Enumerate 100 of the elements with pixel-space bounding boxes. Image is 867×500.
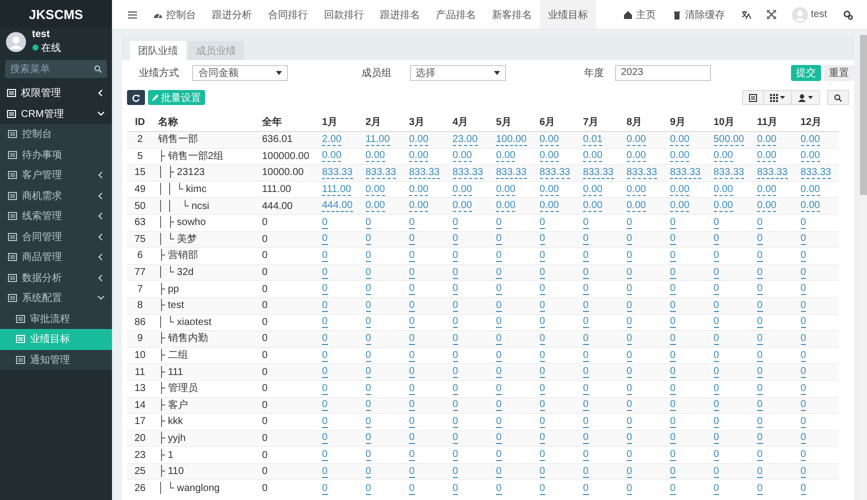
editable-value[interactable]: 0 [757,250,763,262]
editable-value[interactable]: 0 [496,466,502,478]
editable-value[interactable]: 0 [452,233,458,246]
editable-value[interactable]: 0 [714,382,720,395]
menu-icon[interactable] [128,10,137,18]
editable-value[interactable]: 0 [452,382,458,395]
editable-value[interactable]: 0 [800,332,806,345]
editable-value[interactable]: 0.00 [800,150,820,162]
editable-value[interactable]: 0 [626,250,632,262]
editable-value[interactable]: 0 [583,366,589,378]
tab[interactable]: 成员业绩 [188,41,244,60]
editable-value[interactable]: 0.00 [800,184,820,196]
editable-value[interactable]: 0 [366,399,372,412]
editable-value[interactable]: 0 [409,332,415,345]
editable-value[interactable]: 0 [714,250,720,262]
editable-value[interactable]: 0 [583,266,589,279]
editable-value[interactable]: 0 [714,233,720,246]
editable-value[interactable]: 0 [366,332,372,345]
editable-value[interactable]: 0 [496,300,502,312]
editable-value[interactable]: 0 [322,432,328,444]
editable-value[interactable]: 0.00 [409,150,428,162]
editable-value[interactable]: 0 [540,266,546,279]
editable-value[interactable]: 0 [322,416,328,428]
user-menu[interactable]: test [784,6,835,22]
editable-value[interactable]: 0 [452,332,458,345]
editable-value[interactable]: 0.00 [366,150,385,162]
editable-value[interactable]: 0 [452,449,458,462]
editable-value[interactable]: 0 [800,366,806,378]
editable-value[interactable]: 0 [409,466,415,478]
editable-value[interactable]: 0 [626,382,632,395]
editable-value[interactable]: 0 [452,416,458,428]
editable-value[interactable]: 0 [670,449,676,462]
editable-value[interactable]: 0.00 [626,184,646,196]
editable-value[interactable]: 0 [540,432,546,444]
editable-value[interactable]: 0 [540,466,546,478]
editable-value[interactable]: 0 [757,300,763,312]
editable-value[interactable]: 0 [800,482,806,495]
header-link[interactable]: 清除缓存 [664,8,733,22]
editable-value[interactable]: 0 [409,399,415,412]
editable-value[interactable]: 0.00 [583,150,602,162]
editable-value[interactable]: 0 [714,432,720,444]
editable-value[interactable]: 0 [583,399,589,412]
editable-value[interactable]: 0 [714,366,720,378]
editable-value[interactable]: 0 [714,399,720,412]
editable-value[interactable]: 0 [800,216,806,229]
input-field[interactable]: 2023 [615,64,712,80]
editable-value[interactable]: 0 [626,416,632,428]
editable-value[interactable]: 0 [540,233,546,246]
editable-value[interactable]: 0.00 [452,184,472,196]
sidebar-item[interactable]: 业绩目标 [0,329,112,350]
editable-value[interactable]: 0 [409,382,415,395]
editable-value[interactable]: 0 [670,216,676,229]
editable-value[interactable]: 0 [366,482,372,495]
editable-value[interactable]: 0 [366,250,372,262]
editable-value[interactable]: 0 [409,233,415,246]
editable-value[interactable]: 0 [366,300,372,312]
editable-value[interactable]: 0 [409,266,415,279]
editable-value[interactable]: 0 [626,350,632,362]
editable-value[interactable]: 0 [452,350,458,362]
editable-value[interactable]: 0 [496,316,502,328]
editable-value[interactable]: 0 [452,250,458,262]
editable-value[interactable]: 0 [670,399,676,412]
editable-value[interactable]: 0 [583,316,589,328]
editable-value[interactable]: 0 [800,432,806,444]
editable-value[interactable]: 0 [409,216,415,229]
editable-value[interactable]: 0 [540,416,546,428]
editable-value[interactable]: 0 [409,316,415,328]
editable-value[interactable]: 0 [757,416,763,428]
editable-value[interactable]: 0 [757,432,763,444]
editable-value[interactable]: 0 [322,332,328,345]
editable-value[interactable]: 0 [583,216,589,229]
nav-tab[interactable]: 业绩目标 [540,0,596,29]
editable-value[interactable]: 0 [540,300,546,312]
editable-value[interactable]: 0.00 [670,184,690,196]
editable-value[interactable]: 0 [496,266,502,279]
editable-value[interactable]: 0.00 [714,150,733,162]
editable-value[interactable]: 0 [670,482,676,495]
editable-value[interactable]: 0 [757,316,763,328]
editable-value[interactable]: 0 [366,350,372,362]
tab[interactable]: 团队业绩 [130,41,186,60]
editable-value[interactable]: 0 [714,283,720,296]
editable-value[interactable]: 0 [409,366,415,378]
editable-value[interactable]: 0 [714,266,720,279]
editable-value[interactable]: 0 [626,399,632,412]
editable-value[interactable]: 0 [800,466,806,478]
editable-value[interactable]: 0 [452,216,458,229]
editable-value[interactable]: 0 [452,466,458,478]
editable-value[interactable]: 0 [670,366,676,378]
editable-value[interactable]: 0 [670,350,676,362]
editable-value[interactable]: 0 [452,399,458,412]
editable-value[interactable]: 0.00 [322,150,342,162]
editable-value[interactable]: 0.00 [540,150,559,162]
editable-value[interactable]: 0 [452,366,458,378]
editable-value[interactable]: 0 [540,366,546,378]
editable-value[interactable]: 0 [540,250,546,262]
editable-value[interactable]: 0 [714,316,720,328]
editable-value[interactable]: 0 [757,399,763,412]
editable-value[interactable]: 0 [322,216,328,229]
editable-value[interactable]: 0 [626,432,632,444]
editable-value[interactable]: 0.00 [540,184,559,196]
